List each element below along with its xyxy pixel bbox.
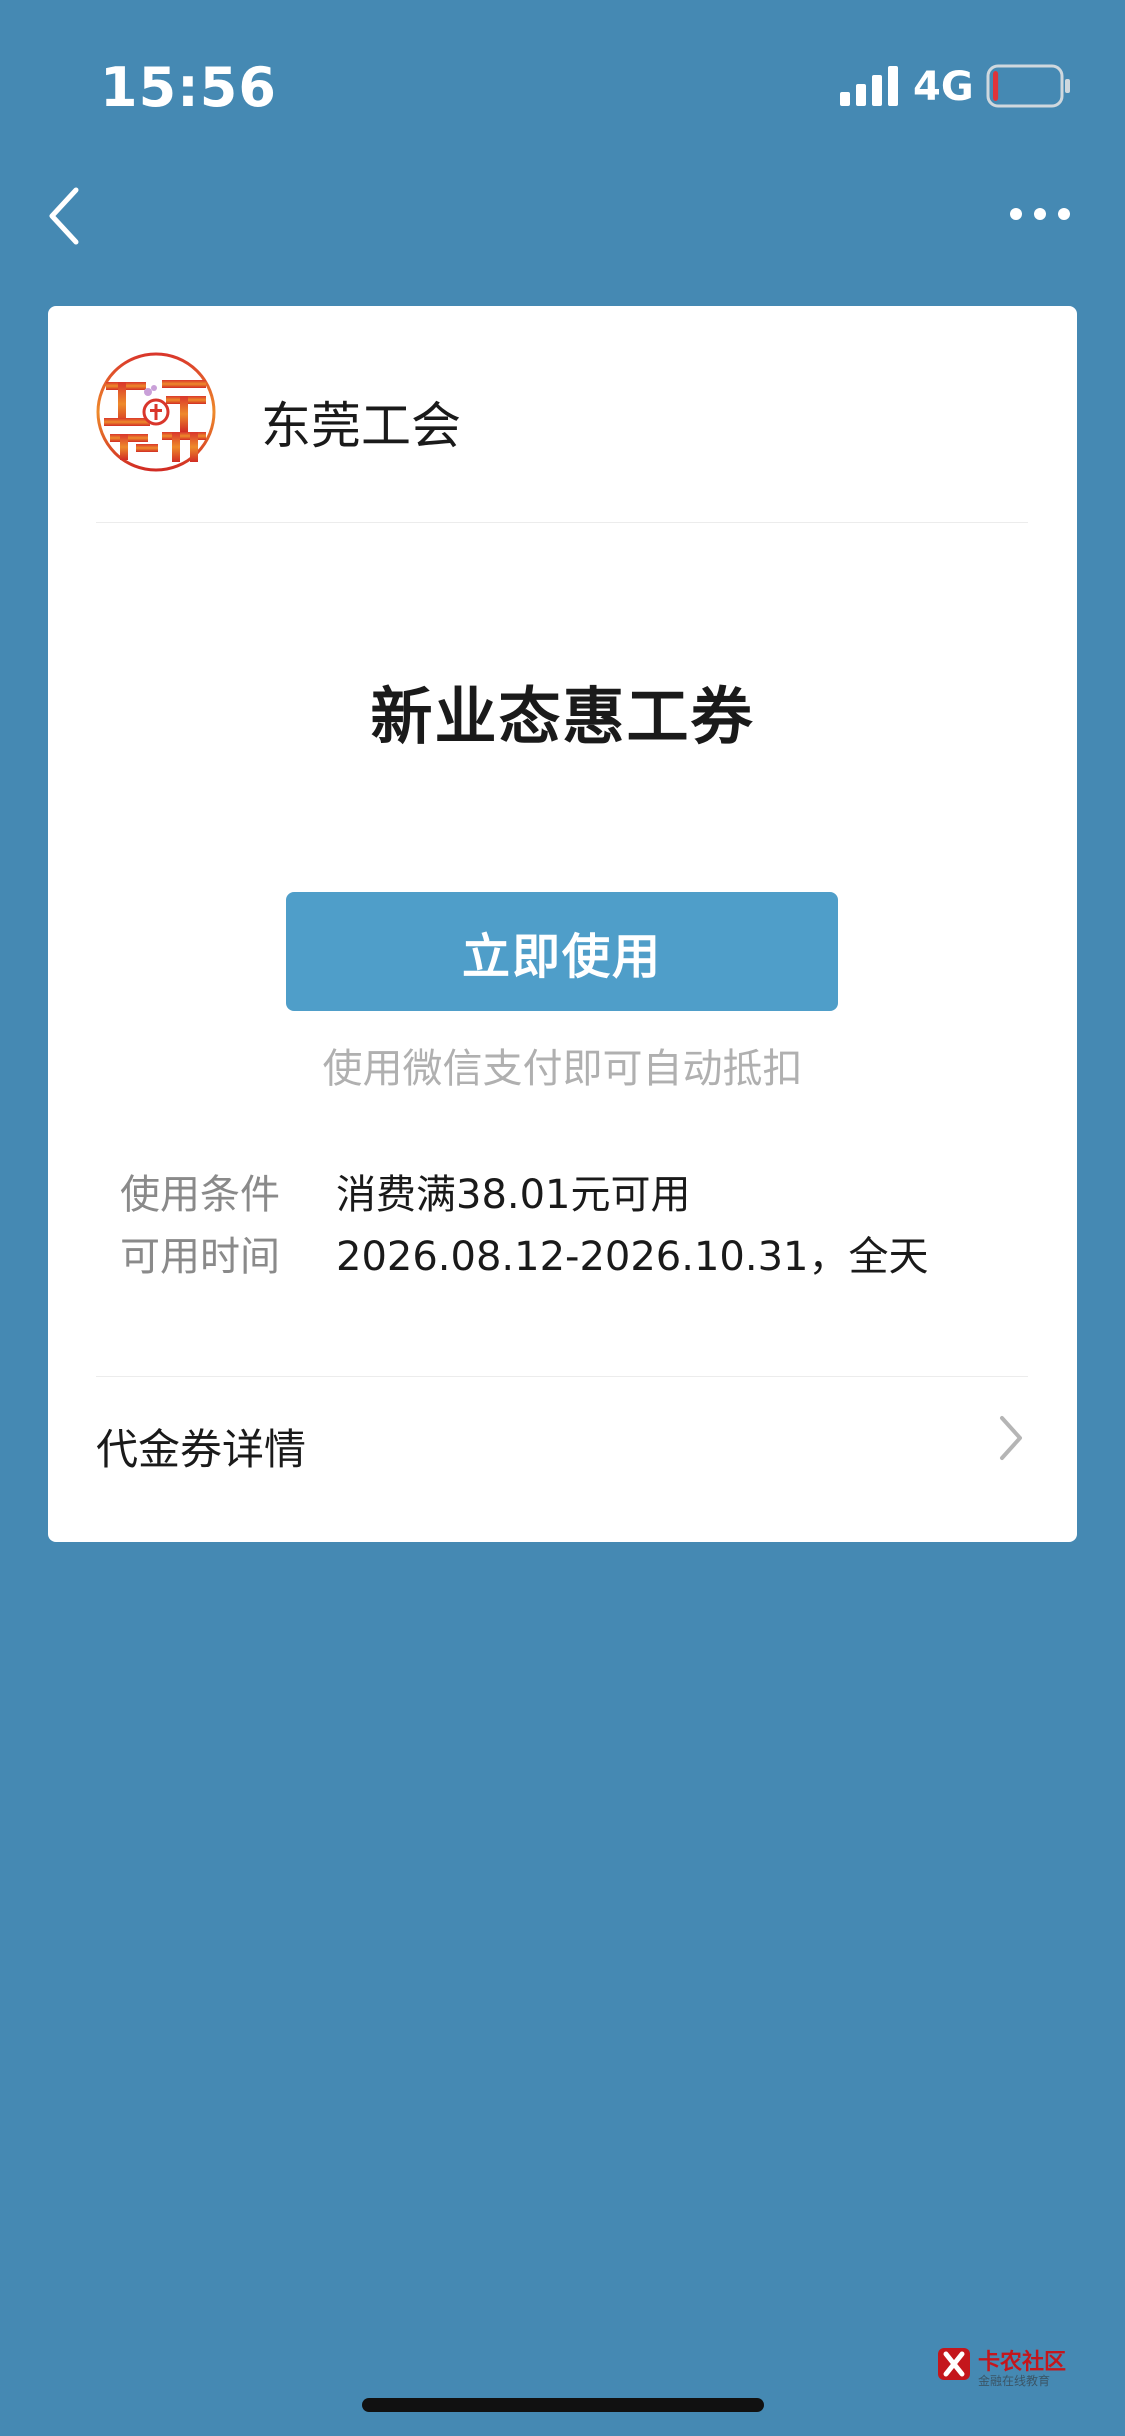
validity-value: 2026.08.12-2026.10.31，全天 (336, 1234, 929, 1280)
more-dots-icon (1010, 208, 1070, 220)
merchant-header: 东莞工会 (96, 352, 1026, 482)
use-now-button[interactable]: 立即使用 (286, 892, 838, 1011)
more-options-button[interactable] (1000, 194, 1080, 234)
validity-label: 可用时间 (120, 1234, 280, 1280)
chevron-left-icon (49, 187, 79, 245)
watermark: 卡农社区 金融在线教育 (934, 2344, 1074, 2388)
nav-bar (0, 170, 1125, 260)
union-seal-logo (96, 352, 216, 472)
status-bar: 15:56 4G (0, 0, 1125, 150)
kanong-logo-icon (938, 2348, 970, 2380)
merchant-name: 东莞工会 (261, 397, 461, 455)
status-time: 15:56 (100, 56, 277, 119)
use-hint: 使用微信支付即可自动抵扣 (322, 1046, 803, 1092)
coupon-card: 东莞工会 新业态惠工券 立即使用 使用微信支付即可自动抵扣 使用条件 消费满38… (48, 306, 1077, 1542)
watermark-subtext: 金融在线教育 (978, 2374, 1051, 2388)
coupon-details-row[interactable]: 代金券详情 (48, 1376, 1077, 1506)
chevron-right-icon (1000, 1416, 1022, 1460)
condition-label: 使用条件 (120, 1172, 280, 1218)
cellular-signal-icon (840, 66, 898, 106)
back-button[interactable] (40, 184, 90, 248)
coupon-details-label: 代金券详情 (96, 1425, 307, 1474)
coupon-title: 新业态惠工券 (370, 680, 755, 753)
home-indicator (362, 2398, 764, 2412)
battery-low-icon (986, 64, 1070, 108)
network-type: 4G (913, 64, 974, 110)
divider (96, 522, 1028, 523)
condition-value: 消费满38.01元可用 (336, 1172, 691, 1218)
